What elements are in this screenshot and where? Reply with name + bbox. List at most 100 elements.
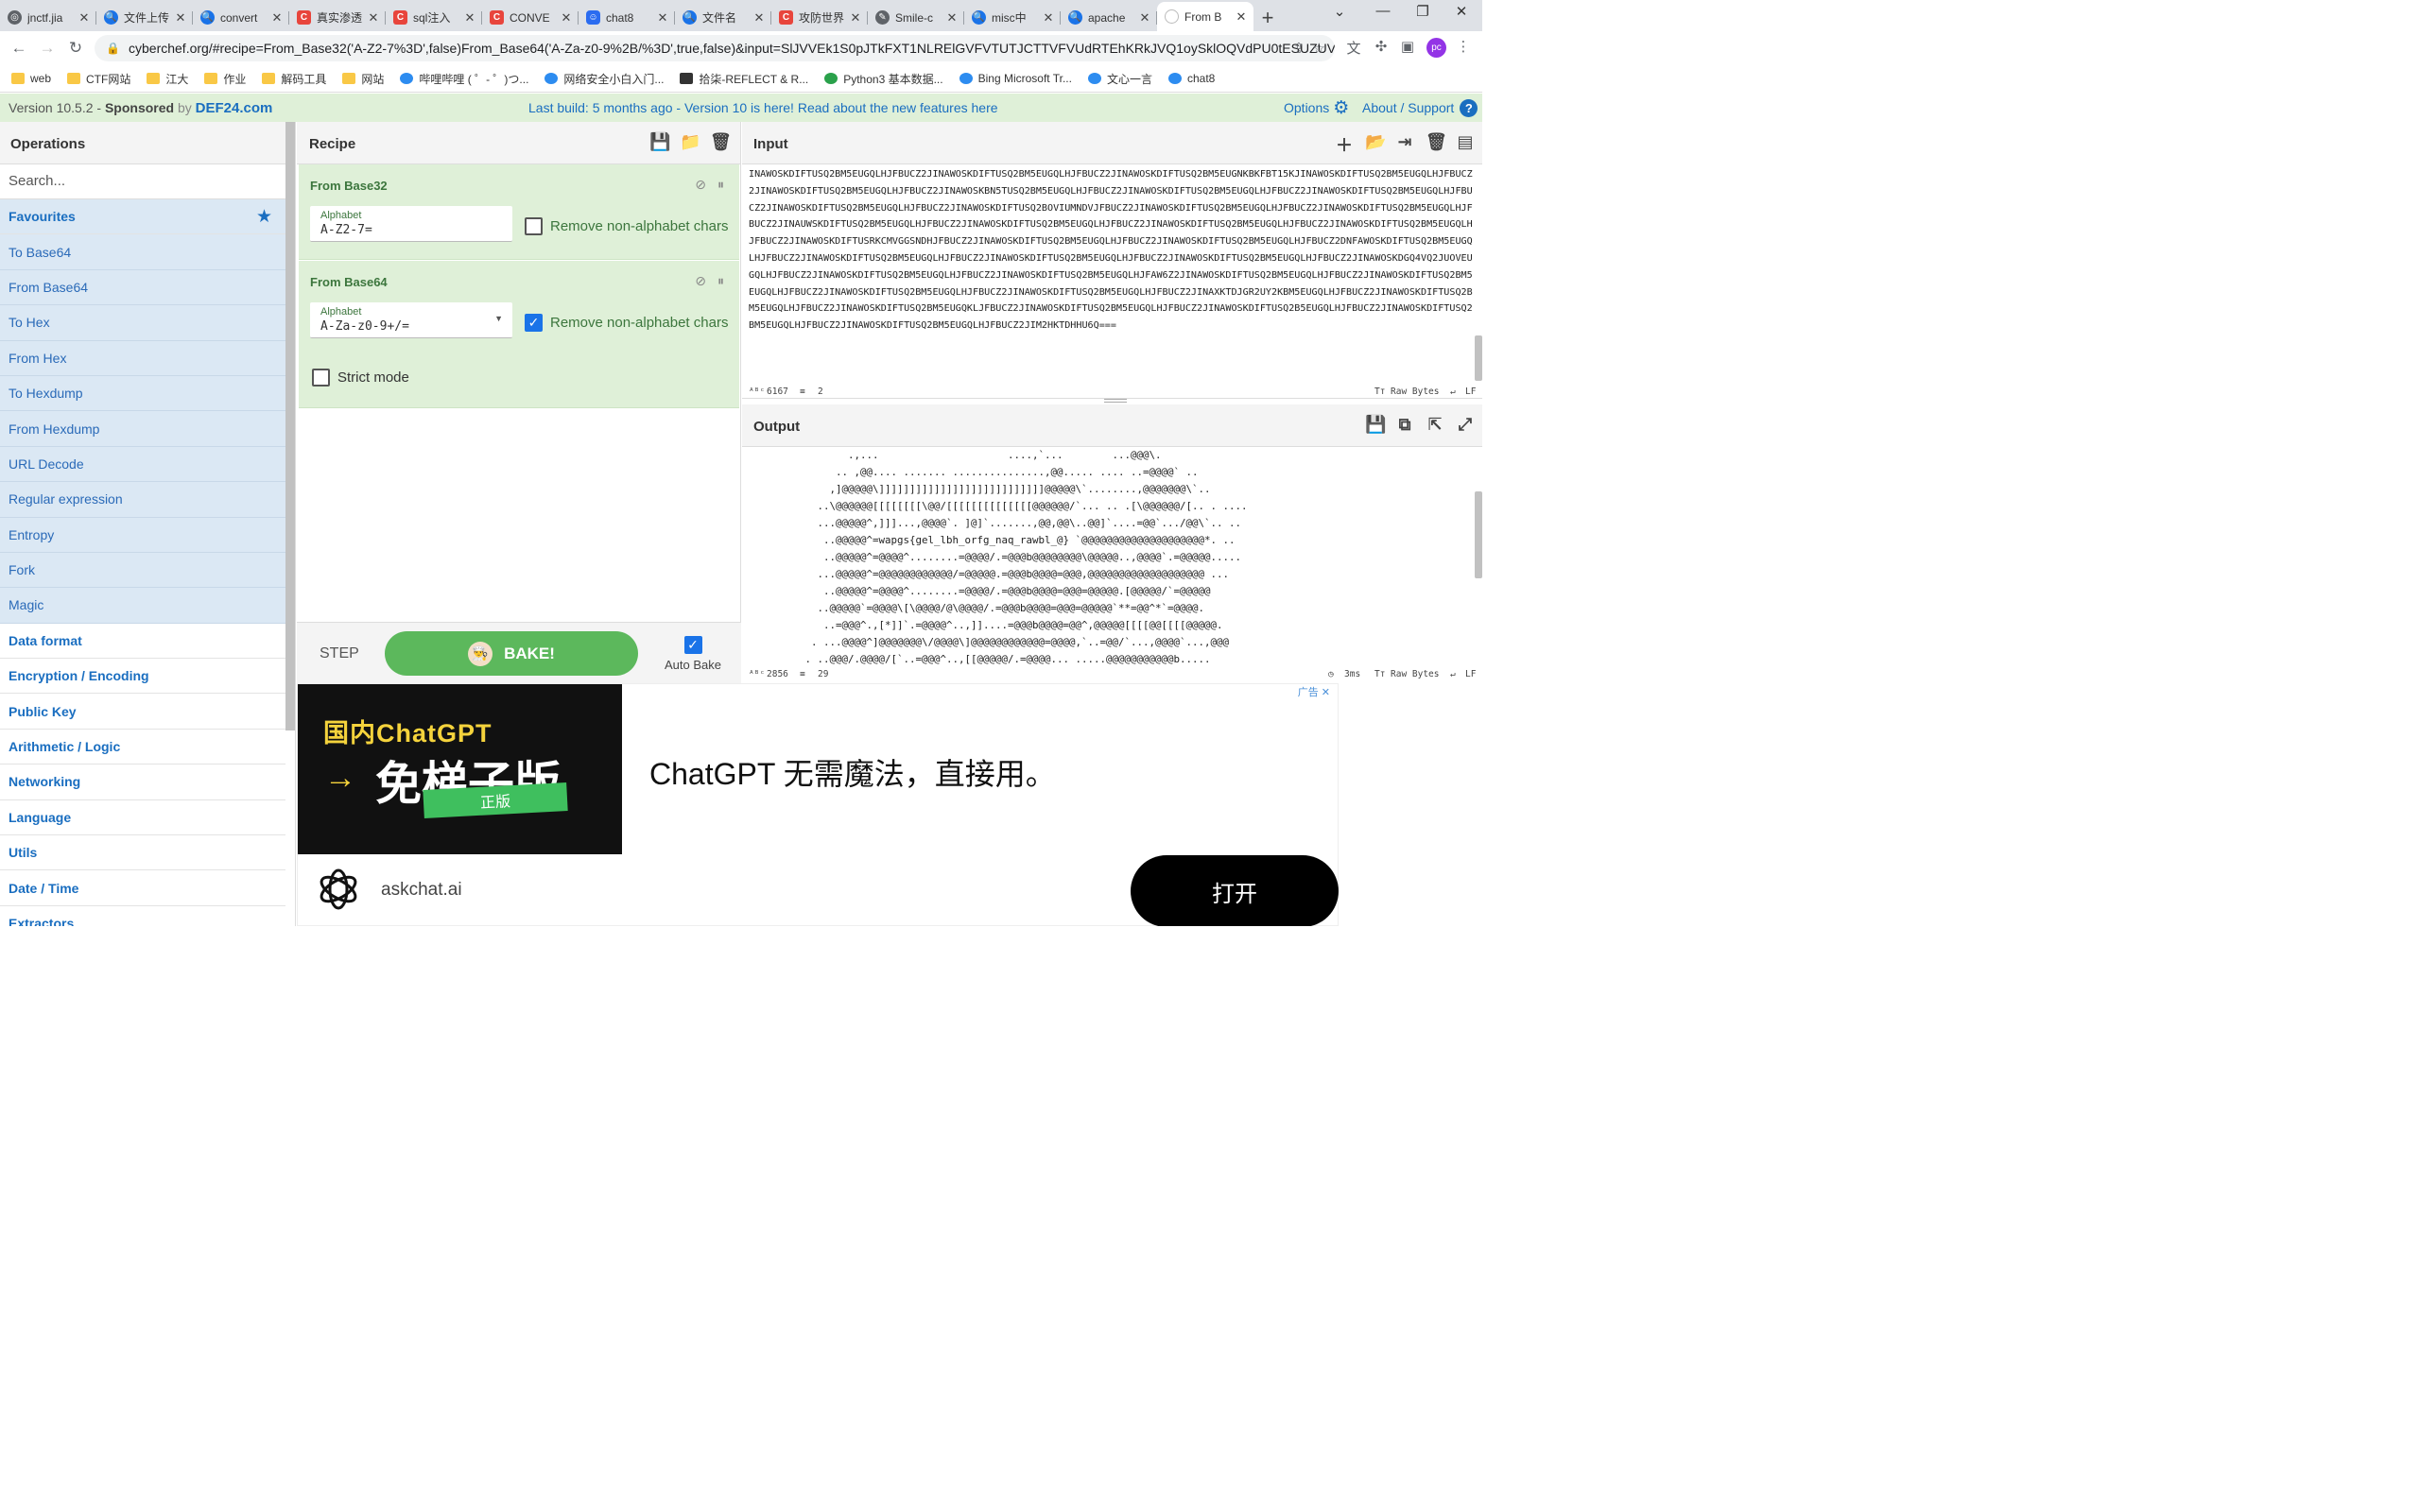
operation-category[interactable]: Encryption / Encoding bbox=[0, 659, 285, 695]
bookmark-item[interactable]: 哔哩哔哩 ( ゜- ゜)つ... bbox=[400, 71, 528, 87]
input-encoding[interactable]: Raw Bytes bbox=[1391, 387, 1439, 397]
browser-tab[interactable]: 🔍 文件上传 ✕ bbox=[96, 4, 193, 31]
output-encoding[interactable]: Raw Bytes bbox=[1391, 669, 1439, 679]
bookmark-item[interactable]: 江大 bbox=[147, 71, 188, 87]
disable-op-icon[interactable]: ⊘ bbox=[695, 273, 706, 289]
bake-button[interactable]: 👨‍🍳 BAKE! bbox=[385, 631, 638, 676]
browser-tab[interactable]: C CONVE ✕ bbox=[482, 4, 579, 31]
remove-non-alphabet-checkbox[interactable]: ✓ Remove non-alphabet chars bbox=[525, 314, 728, 332]
browser-tab[interactable]: 🔍 apache ✕ bbox=[1061, 4, 1157, 31]
close-tab-icon[interactable]: ✕ bbox=[945, 10, 959, 26]
operation-item[interactable]: To Base64 bbox=[0, 234, 285, 270]
ad-open-button[interactable]: 打开 bbox=[1131, 855, 1339, 926]
share-icon[interactable]: ⇪ ☆ bbox=[1293, 40, 1325, 57]
alphabet-field[interactable]: Alphabet A-Z2-7= bbox=[310, 206, 512, 242]
side-panel-icon[interactable]: ▣ bbox=[1397, 38, 1418, 55]
input-eol[interactable]: LF bbox=[1465, 387, 1476, 397]
open-folder-icon[interactable]: ⇥ bbox=[1395, 132, 1414, 157]
copy-output-icon[interactable]: ⧉ bbox=[1395, 415, 1414, 435]
close-tab-icon[interactable]: ✕ bbox=[463, 10, 476, 26]
address-bar[interactable]: 🔒 cyberchef.org/#recipe=From_Base32('A-Z… bbox=[95, 35, 1335, 61]
bookmark-item[interactable]: Bing Microsoft Tr... bbox=[959, 72, 1072, 85]
recipe-op-from-base64[interactable]: From Base64 ⊘ ⏸ Alphabet A-Za-z0-9+/= ▼ ✓… bbox=[299, 261, 739, 408]
close-tab-icon[interactable]: ✕ bbox=[849, 10, 862, 26]
output-scrollbar[interactable] bbox=[1475, 491, 1482, 578]
step-button[interactable]: STEP bbox=[320, 645, 359, 662]
maximize-output-icon[interactable]: ⤢ bbox=[1456, 415, 1475, 435]
ad-banner[interactable]: 国内ChatGPT → 免梯子版 正版 ChatGPT 无需魔法，直接用。 广告… bbox=[297, 683, 1339, 926]
disable-op-icon[interactable]: ⊘ bbox=[695, 177, 706, 193]
operation-item[interactable]: Regular expression bbox=[0, 482, 285, 518]
close-tab-icon[interactable]: ✕ bbox=[174, 10, 187, 26]
browser-tab[interactable]: 🔍 文件名 ✕ bbox=[675, 4, 771, 31]
layout-icon[interactable]: ▤ bbox=[1456, 132, 1475, 157]
reload-button[interactable]: ↻ bbox=[61, 39, 90, 58]
breakpoint-icon[interactable]: ⏸ bbox=[717, 177, 724, 193]
operation-category[interactable]: Data format bbox=[0, 624, 285, 660]
minimize-window-button[interactable]: — bbox=[1364, 3, 1402, 19]
encoding-icon[interactable]: Tт bbox=[1374, 669, 1385, 679]
operation-item[interactable]: Entropy bbox=[0, 517, 285, 553]
operations-scrollbar[interactable] bbox=[285, 122, 295, 730]
new-tab-button[interactable]: + bbox=[1253, 4, 1282, 31]
bookmark-item[interactable]: 文心一言 bbox=[1087, 71, 1152, 87]
output-text[interactable]: .,... ....,`... ...@@@\. .. ,@@.... ....… bbox=[742, 447, 1475, 669]
pane-resizer[interactable] bbox=[1104, 399, 1127, 403]
favourites-category[interactable]: Favourites ★ bbox=[0, 199, 285, 235]
close-tab-icon[interactable]: ✕ bbox=[1138, 10, 1151, 26]
sponsor-link[interactable]: DEF24.com bbox=[196, 100, 273, 116]
load-recipe-icon[interactable]: 📁 bbox=[680, 132, 700, 152]
browser-tab[interactable]: C 攻防世界 ✕ bbox=[771, 4, 868, 31]
close-tab-icon[interactable]: ✕ bbox=[367, 10, 380, 26]
browser-tab[interactable]: ☺ chat8 ✕ bbox=[579, 4, 675, 31]
eol-icon[interactable]: ↵ bbox=[1450, 669, 1456, 679]
operation-category[interactable]: Public Key bbox=[0, 694, 285, 730]
operation-item[interactable]: URL Decode bbox=[0, 446, 285, 483]
bookmark-item[interactable]: chat8 bbox=[1167, 72, 1215, 85]
clear-recipe-icon[interactable]: 🗑 bbox=[710, 132, 732, 152]
forward-button[interactable]: → bbox=[33, 39, 61, 58]
close-tab-icon[interactable]: ✕ bbox=[270, 10, 284, 26]
close-tab-icon[interactable]: ✕ bbox=[656, 10, 669, 26]
options-button[interactable]: Options ⚙ bbox=[1284, 97, 1349, 119]
input-textarea[interactable]: INAWOSKDIFTUSQ2BM5EUGQLHJFBUCZ2JINAWOSKD… bbox=[749, 166, 1473, 365]
bookmark-item[interactable]: Python3 基本数据... bbox=[824, 71, 943, 87]
operation-item[interactable]: Fork bbox=[0, 552, 285, 589]
menu-icon[interactable]: ⋮ bbox=[1453, 38, 1474, 55]
save-output-icon[interactable]: 💾 bbox=[1365, 415, 1386, 435]
operation-item[interactable]: From Hexdump bbox=[0, 411, 285, 447]
save-recipe-icon[interactable]: 💾 bbox=[649, 132, 670, 152]
encoding-icon[interactable]: Tт bbox=[1374, 387, 1385, 397]
build-notice-link[interactable]: Last build: 5 months ago - Version 10 is… bbox=[528, 100, 998, 115]
close-tab-icon[interactable]: ✕ bbox=[78, 10, 91, 26]
operation-category[interactable]: Extractors bbox=[0, 906, 285, 926]
browser-tab[interactable]: From B ✕ bbox=[1157, 2, 1253, 31]
operation-item[interactable]: To Hexdump bbox=[0, 375, 285, 412]
extensions-icon[interactable]: ✣ bbox=[1371, 38, 1392, 55]
browser-tab[interactable]: 🔍 convert ✕ bbox=[193, 4, 289, 31]
operation-item[interactable]: From Base64 bbox=[0, 269, 285, 306]
restore-window-button[interactable]: ❐ bbox=[1404, 3, 1442, 20]
operation-category[interactable]: Arithmetic / Logic bbox=[0, 730, 285, 765]
browser-tab[interactable]: ◎ jnctf.jia ✕ bbox=[0, 4, 96, 31]
operations-search-input[interactable]: Search... bbox=[0, 164, 285, 199]
operation-category[interactable]: Language bbox=[0, 800, 285, 836]
about-support-button[interactable]: About / Support? bbox=[1362, 98, 1478, 117]
ad-headline[interactable]: ChatGPT 无需魔法，直接用。 bbox=[649, 750, 1056, 794]
operation-category[interactable]: Networking bbox=[0, 765, 285, 800]
alphabet-dropdown[interactable]: Alphabet A-Za-z0-9+/= ▼ bbox=[310, 302, 512, 338]
add-tab-icon[interactable]: ＋ bbox=[1335, 132, 1354, 157]
bookmark-item[interactable]: 网络安全小白入门... bbox=[544, 71, 664, 87]
breakpoint-icon[interactable]: ⏸ bbox=[717, 273, 724, 289]
ad-image[interactable]: 国内ChatGPT → 免梯子版 正版 bbox=[298, 684, 622, 854]
close-tab-icon[interactable]: ✕ bbox=[1235, 9, 1248, 25]
auto-bake-checkbox[interactable]: ✓ Auto Bake bbox=[665, 636, 721, 672]
strict-mode-checkbox[interactable]: Strict mode bbox=[312, 369, 409, 387]
output-eol[interactable]: LF bbox=[1465, 669, 1476, 679]
close-window-button[interactable]: ✕ bbox=[1443, 3, 1480, 20]
browser-tab[interactable]: C 真实渗透 ✕ bbox=[289, 4, 386, 31]
close-tab-icon[interactable]: ✕ bbox=[560, 10, 573, 26]
remove-non-alphabet-checkbox[interactable]: Remove non-alphabet chars bbox=[525, 217, 728, 235]
open-file-icon[interactable]: 📂 bbox=[1365, 132, 1386, 157]
bookmark-item[interactable]: 解码工具 bbox=[262, 71, 326, 87]
